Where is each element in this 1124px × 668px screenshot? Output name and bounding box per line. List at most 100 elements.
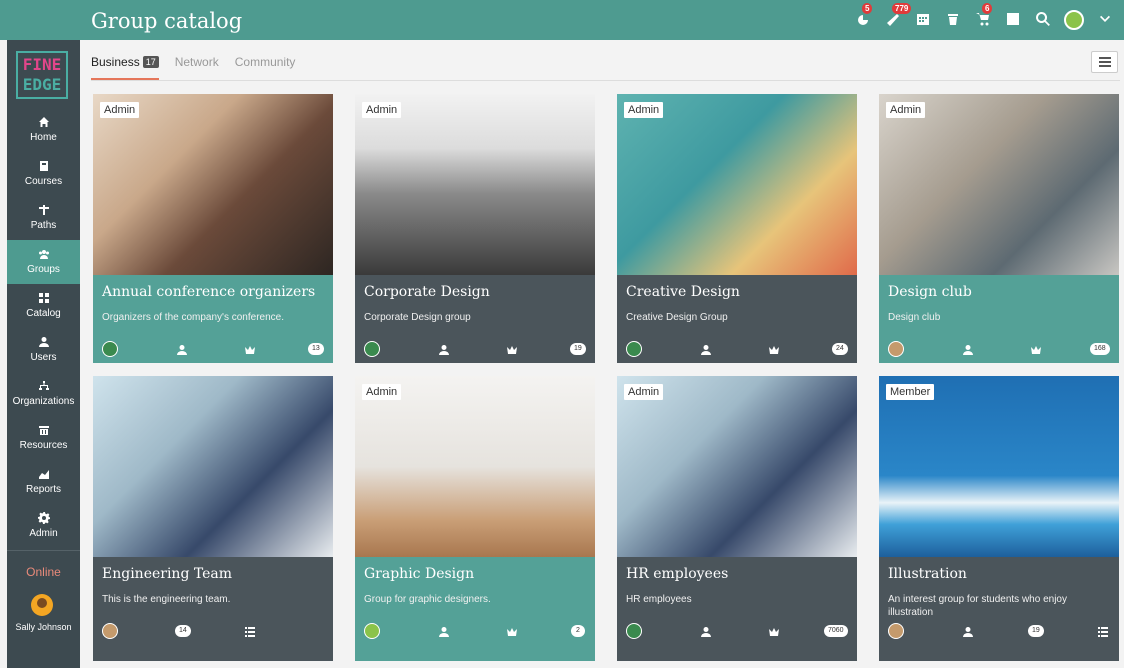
group-title[interactable]: Corporate Design [364, 284, 490, 300]
group-card-engineering-team[interactable]: Engineering Team This is the engineering… [93, 376, 333, 661]
logo[interactable]: FINE EDGE [16, 51, 68, 99]
tab-network[interactable]: Network [175, 52, 219, 80]
group-card-hr-employees[interactable]: Admin HR employees HR employees 7060 [617, 376, 857, 661]
group-image-building [355, 94, 595, 275]
calendar-icon[interactable] [914, 11, 932, 29]
card-footer: 168 [879, 341, 1119, 359]
sidebar-item-users[interactable]: Users [7, 328, 80, 372]
group-title[interactable]: HR employees [626, 566, 728, 582]
sidebar-item-home[interactable]: Home [7, 108, 80, 152]
role-badge: Member [886, 384, 935, 400]
trash-icon[interactable] [944, 11, 962, 29]
crown-icon [244, 343, 256, 355]
group-image-office-team [93, 376, 333, 557]
tab-business[interactable]: Business 17 [91, 52, 159, 80]
user-icon [700, 625, 712, 637]
search-icon[interactable] [1034, 11, 1052, 29]
org-icon [7, 380, 80, 394]
sidebar-item-reports[interactable]: Reports [7, 460, 80, 504]
card-footer: 19 [355, 341, 595, 359]
sidebar-item-paths[interactable]: Paths [7, 196, 80, 240]
group-title[interactable]: Annual conference organizers [102, 284, 315, 300]
tab-bar: Business 17 Network Community [91, 52, 295, 80]
member-count: 19 [1028, 625, 1044, 637]
users-icon [7, 248, 80, 262]
sidebar-item-label: Catalog [26, 308, 61, 319]
owner-avatar [626, 341, 642, 357]
group-card-graphic-design[interactable]: Admin Graphic Design Group for graphic d… [355, 376, 595, 661]
alerts-icon[interactable]: 779 [884, 3, 912, 29]
role-badge: Admin [624, 102, 664, 118]
group-card-annual-conference[interactable]: Admin Annual conference organizers Organ… [93, 94, 333, 363]
user-icon [438, 343, 450, 355]
sidebar-item-courses[interactable]: Courses [7, 152, 80, 196]
sidebar-item-organizations[interactable]: Organizations [7, 372, 80, 416]
member-count: 168 [1090, 343, 1110, 355]
top-toolbar: 5 779 6 [854, 0, 1114, 40]
group-card-creative-design[interactable]: Admin Creative Design Creative Design Gr… [617, 94, 857, 363]
group-image-craft-tools [617, 94, 857, 275]
user-avatar[interactable] [1064, 10, 1084, 30]
logo-text-bottom: EDGE [22, 75, 62, 94]
notifications-icon[interactable]: 5 [854, 3, 873, 29]
card-body: Engineering Team This is the engineering… [93, 557, 333, 661]
owner-avatar [102, 341, 118, 357]
group-title[interactable]: Engineering Team [102, 566, 232, 582]
gear-icon [7, 512, 80, 526]
sidebar-item-label: Groups [27, 264, 60, 275]
sidebar-item-resources[interactable]: Resources [7, 416, 80, 460]
sidebar-item-label: Resources [19, 440, 68, 451]
member-count: 14 [175, 625, 191, 637]
member-count: 24 [832, 343, 848, 355]
crown-icon [1030, 343, 1042, 355]
sidebar-item-catalog[interactable]: Catalog [7, 284, 80, 328]
card-body: Design club Design club 168 [879, 275, 1119, 363]
card-body: Annual conference organizers Organizers … [93, 275, 333, 363]
sidebar-avatar[interactable] [31, 594, 53, 616]
top-bar: Group catalog 5 779 6 [0, 0, 1124, 40]
sidebar-item-label: Users [30, 352, 57, 363]
sidebar-item-groups[interactable]: Groups [7, 240, 80, 284]
sidebar-user-name[interactable]: Sally Johnson [7, 622, 80, 632]
group-title[interactable]: Design club [888, 284, 972, 300]
group-description: Corporate Design group [364, 312, 471, 323]
group-card-illustration[interactable]: Member Illustration An interest group fo… [879, 376, 1119, 661]
group-title[interactable]: Illustration [888, 566, 967, 582]
sidebar: FINE EDGE Home Courses Paths Groups Cata… [7, 40, 80, 668]
owner-avatar [626, 623, 642, 639]
home-icon [7, 116, 80, 130]
help-icon[interactable] [1004, 11, 1022, 29]
sidebar-item-label: Courses [24, 176, 63, 187]
card-body: Corporate Design Corporate Design group … [355, 275, 595, 363]
role-badge: Admin [362, 102, 402, 118]
group-title[interactable]: Graphic Design [364, 566, 474, 582]
sidebar-item-label: Admin [29, 528, 58, 539]
group-description: Creative Design Group [626, 312, 728, 323]
logo-text-top: FINE [22, 55, 62, 74]
chevron-down-icon[interactable] [1096, 11, 1114, 29]
owner-avatar [102, 623, 118, 639]
group-image-meeting [879, 94, 1119, 275]
crown-icon [506, 625, 518, 637]
group-title[interactable]: Creative Design [626, 284, 740, 300]
cart-icon[interactable]: 6 [974, 3, 993, 29]
card-body: Graphic Design Group for graphic designe… [355, 557, 595, 661]
crown-icon [506, 343, 518, 355]
sidebar-nav: Home Courses Paths Groups Catalog Users … [7, 108, 80, 548]
tab-label: Business [91, 55, 140, 69]
list-view-button[interactable] [1091, 51, 1118, 73]
group-card-design-club[interactable]: Admin Design club Design club 168 [879, 94, 1119, 363]
sidebar-item-label: Paths [30, 220, 57, 231]
list-icon [244, 625, 256, 637]
user-icon [700, 343, 712, 355]
list-icon [1097, 625, 1109, 637]
sidebar-item-admin[interactable]: Admin [7, 504, 80, 548]
member-count: 7060 [824, 625, 848, 637]
list-icon [1099, 57, 1111, 67]
tab-community[interactable]: Community [235, 52, 296, 80]
card-footer: 24 [617, 341, 857, 359]
group-description: Design club [888, 312, 941, 323]
group-card-corporate-design[interactable]: Admin Corporate Design Corporate Design … [355, 94, 595, 363]
group-description: HR employees [626, 594, 692, 605]
owner-avatar [888, 341, 904, 357]
